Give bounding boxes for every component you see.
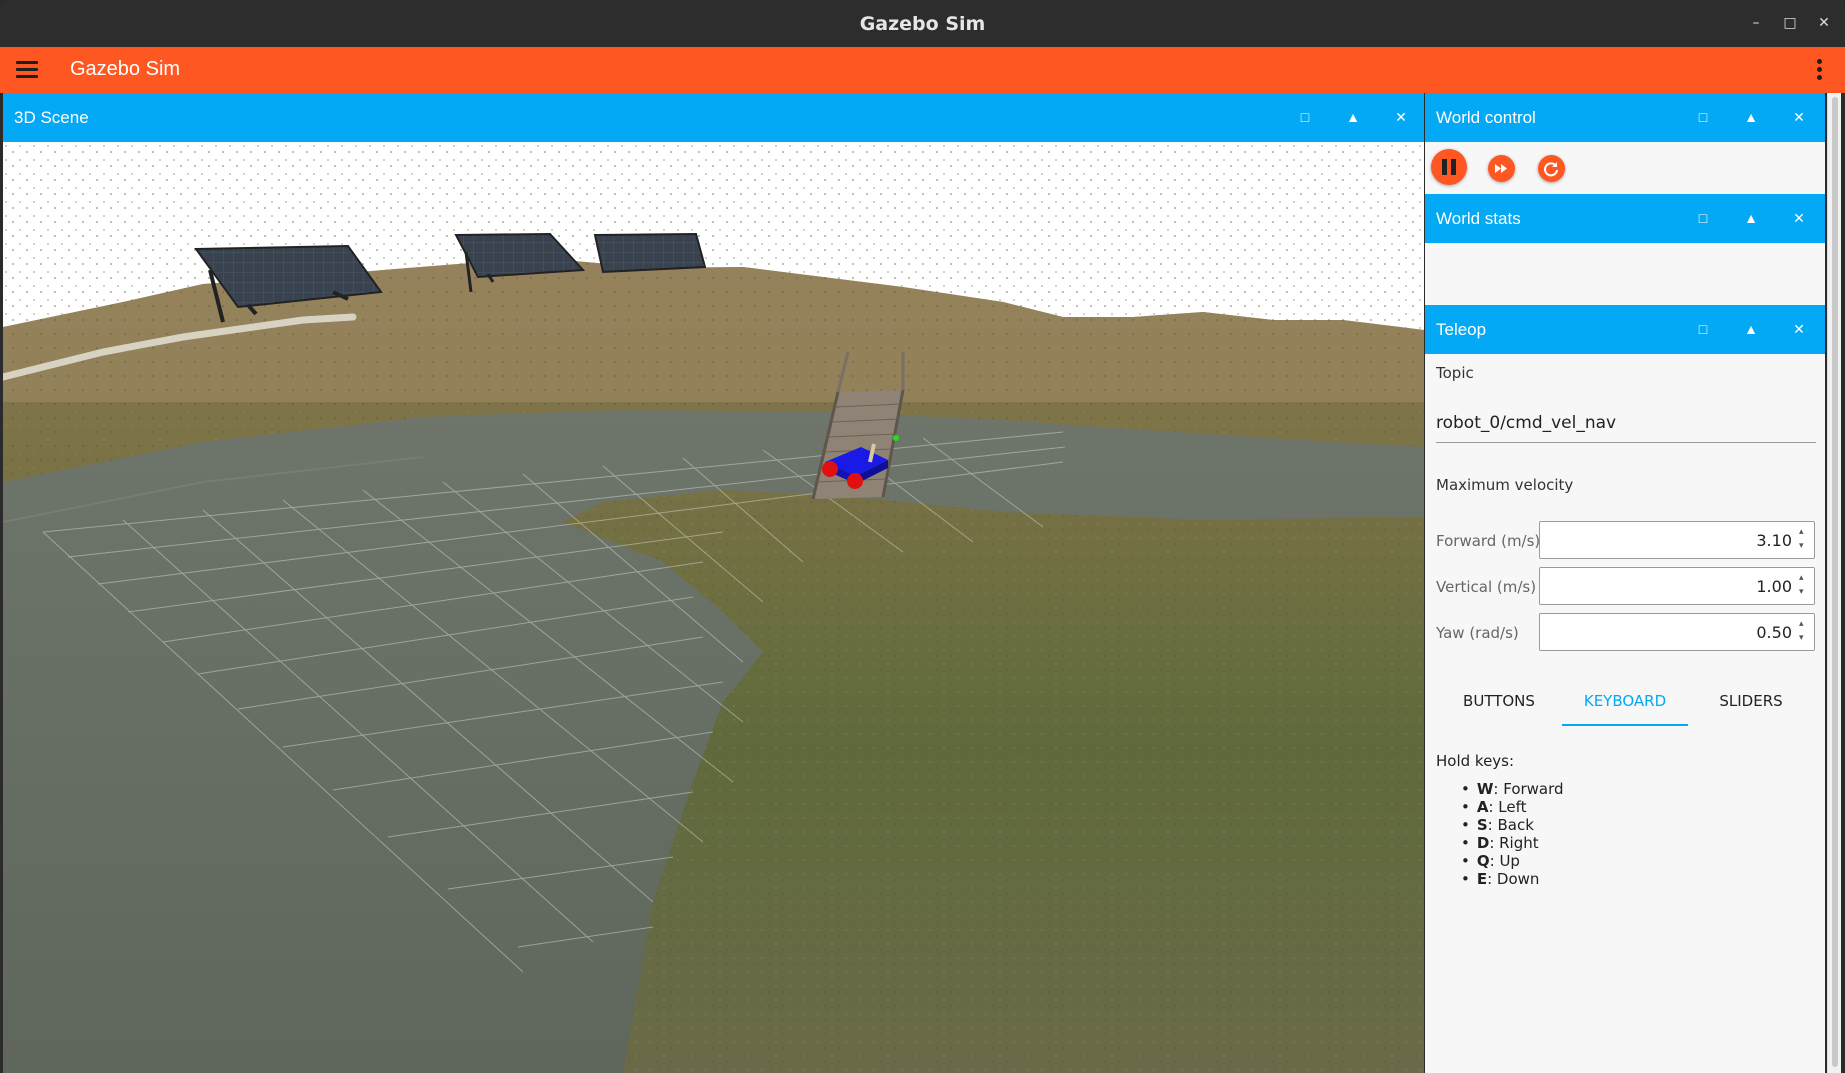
fast-forward-icon — [1495, 164, 1507, 173]
yaw-label: Yaw (rad/s) — [1436, 624, 1519, 642]
reset-button[interactable] — [1538, 155, 1565, 182]
world-stats-header: World stats □ ▲ ✕ — [1425, 194, 1825, 243]
solar-panel-3 — [593, 232, 707, 274]
spin-arrows-icon[interactable]: ▴ ▾ — [1799, 617, 1809, 645]
world-control-header: World control □ ▲ ✕ — [1425, 93, 1825, 142]
scene-close-icon[interactable]: ✕ — [1390, 106, 1412, 128]
yaw-spinbox[interactable]: 0.50 ▴ ▾ — [1539, 613, 1815, 651]
scrollbar-thumb[interactable] — [1832, 97, 1838, 1067]
scene-viewport[interactable] — [3, 142, 1424, 1073]
play-pause-button[interactable] — [1431, 149, 1467, 185]
vertical-value: 1.00 — [1756, 577, 1792, 596]
list-item: D: Right — [1461, 834, 1564, 852]
tab-sliders[interactable]: SLIDERS — [1688, 684, 1814, 726]
topic-input[interactable]: robot_0/cmd_vel_nav — [1436, 413, 1816, 443]
dock-scrollbar[interactable] — [1827, 93, 1841, 1073]
scene-panel-title: 3D Scene — [14, 108, 89, 127]
spin-arrows-icon[interactable]: ▴ ▾ — [1799, 525, 1809, 553]
minimize-icon[interactable]: – — [1745, 12, 1767, 34]
window-maximize-icon[interactable]: □ — [1779, 12, 1801, 34]
yaw-value: 0.50 — [1756, 623, 1792, 642]
teleop-header: Teleop □ ▲ ✕ — [1425, 305, 1825, 354]
scene-panel-header: 3D Scene □ ▲ ✕ — [3, 93, 1424, 142]
world-stats-title: World stats — [1436, 209, 1521, 228]
app-title: Gazebo Sim — [70, 58, 181, 80]
world-control-maximize-icon[interactable]: □ — [1692, 106, 1714, 128]
max-velocity-label: Maximum velocity — [1436, 476, 1574, 494]
world-control-collapse-icon[interactable]: ▲ — [1740, 106, 1762, 128]
scene-render — [3, 142, 1424, 1073]
pause-icon — [1442, 159, 1456, 175]
teleop-title: Teleop — [1436, 320, 1487, 339]
key-list: W: Forward A: Left S: Back D: Right Q: U… — [1461, 780, 1564, 888]
vertical-label: Vertical (m/s) — [1436, 578, 1537, 596]
hamburger-menu-icon[interactable] — [16, 61, 38, 79]
teleop-close-icon[interactable]: ✕ — [1788, 318, 1810, 340]
world-stats-maximize-icon[interactable]: □ — [1692, 207, 1714, 229]
world-control-close-icon[interactable]: ✕ — [1788, 106, 1810, 128]
world-control-title: World control — [1436, 108, 1536, 127]
vertical-spinbox[interactable]: 1.00 ▴ ▾ — [1539, 567, 1815, 605]
topic-label: Topic — [1436, 364, 1474, 382]
scene-collapse-icon[interactable]: ▲ — [1342, 106, 1364, 128]
forward-label: Forward (m/s) — [1436, 532, 1541, 550]
tab-keyboard[interactable]: KEYBOARD — [1562, 684, 1688, 726]
window-title: Gazebo Sim — [859, 13, 986, 35]
teleop-maximize-icon[interactable]: □ — [1692, 318, 1714, 340]
teleop-collapse-icon[interactable]: ▲ — [1740, 318, 1762, 340]
spin-arrows-icon[interactable]: ▴ ▾ — [1799, 571, 1809, 599]
window-titlebar: Gazebo Sim – □ ✕ — [0, 0, 1845, 47]
forward-value: 3.10 — [1756, 531, 1792, 550]
tab-buttons[interactable]: BUTTONS — [1436, 684, 1562, 726]
hold-keys-label: Hold keys: — [1436, 752, 1515, 770]
app-bar: Gazebo Sim — [0, 47, 1845, 93]
list-item: Q: Up — [1461, 852, 1564, 870]
forward-spinbox[interactable]: 3.10 ▴ ▾ — [1539, 521, 1815, 559]
world-stats-collapse-icon[interactable]: ▲ — [1740, 207, 1762, 229]
list-item: S: Back — [1461, 816, 1564, 834]
world-stats-close-icon[interactable]: ✕ — [1788, 207, 1810, 229]
more-options-icon[interactable] — [1817, 59, 1823, 81]
window-close-icon[interactable]: ✕ — [1813, 12, 1835, 34]
refresh-icon — [1544, 162, 1558, 177]
list-item: A: Left — [1461, 798, 1564, 816]
list-item: E: Down — [1461, 870, 1564, 888]
scene-maximize-icon[interactable]: □ — [1294, 106, 1316, 128]
step-button[interactable] — [1488, 155, 1515, 182]
list-item: W: Forward — [1461, 780, 1564, 798]
